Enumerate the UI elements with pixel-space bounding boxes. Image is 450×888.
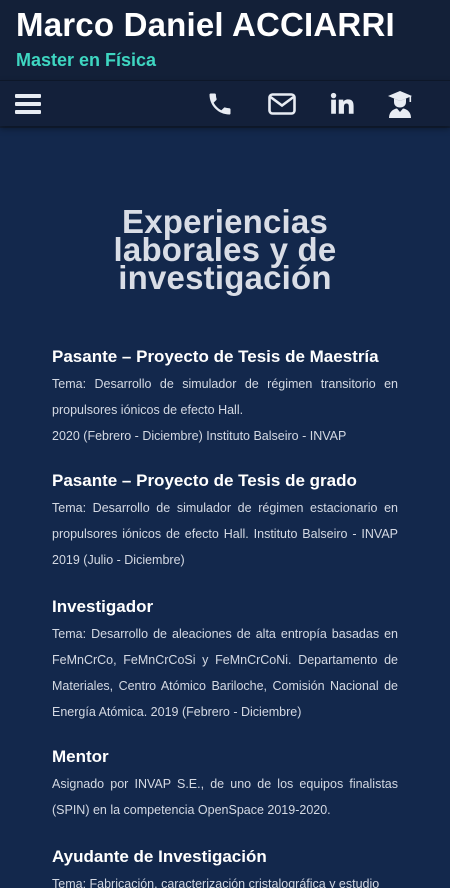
experience-title: Pasante – Proyecto de Tesis de grado [52,471,357,490]
experience-title: Ayudante de Investigación [52,847,267,866]
experience-description: Tema: Desarrollo de aleaciones de alta e… [52,627,398,719]
experience-item: Pasante – Proyecto de Tesis de grado Tem… [52,470,398,573]
mail-icon[interactable] [267,89,297,119]
section-title-line: investigación [118,259,332,296]
experience-item: Pasante – Proyecto de Tesis de Maestría … [52,346,398,449]
experience-title: Investigador [52,597,154,616]
experience-item: Ayudante de Investigación Tema: Fabricac… [52,846,398,888]
experience-description: Tema: Desarrollo de simulador de régimen… [52,377,398,417]
nav-bar [0,80,450,126]
phone-icon[interactable] [205,89,235,119]
section-title: Experiencias laborales y de investigació… [0,205,450,296]
site-subtitle: Master en Física [16,50,157,70]
experience-item: Investigador Tema: Desarrollo de aleacio… [52,596,398,725]
experience-description: Tema: Fabricación, caracterización crist… [52,877,380,888]
site-owner-name: Marco Daniel ACCIARRI [16,6,395,43]
linkedin-icon[interactable] [328,89,356,119]
experience-description: Tema: Desarrollo de simulador de régimen… [52,501,398,567]
experience-title: Mentor [52,747,109,766]
main-content: Experiencias laborales y de investigació… [0,128,450,888]
experience-title: Pasante – Proyecto de Tesis de Maestría [52,347,379,366]
experience-item: Mentor Asignado por INVAP S.E., de uno d… [52,746,398,823]
experience-description: Asignado por INVAP S.E., de uno de los e… [52,777,398,817]
experience-description: 2020 (Febrero - Diciembre) Instituto Bal… [52,429,347,443]
menu-icon[interactable] [14,89,42,119]
graduate-icon[interactable] [386,89,414,119]
